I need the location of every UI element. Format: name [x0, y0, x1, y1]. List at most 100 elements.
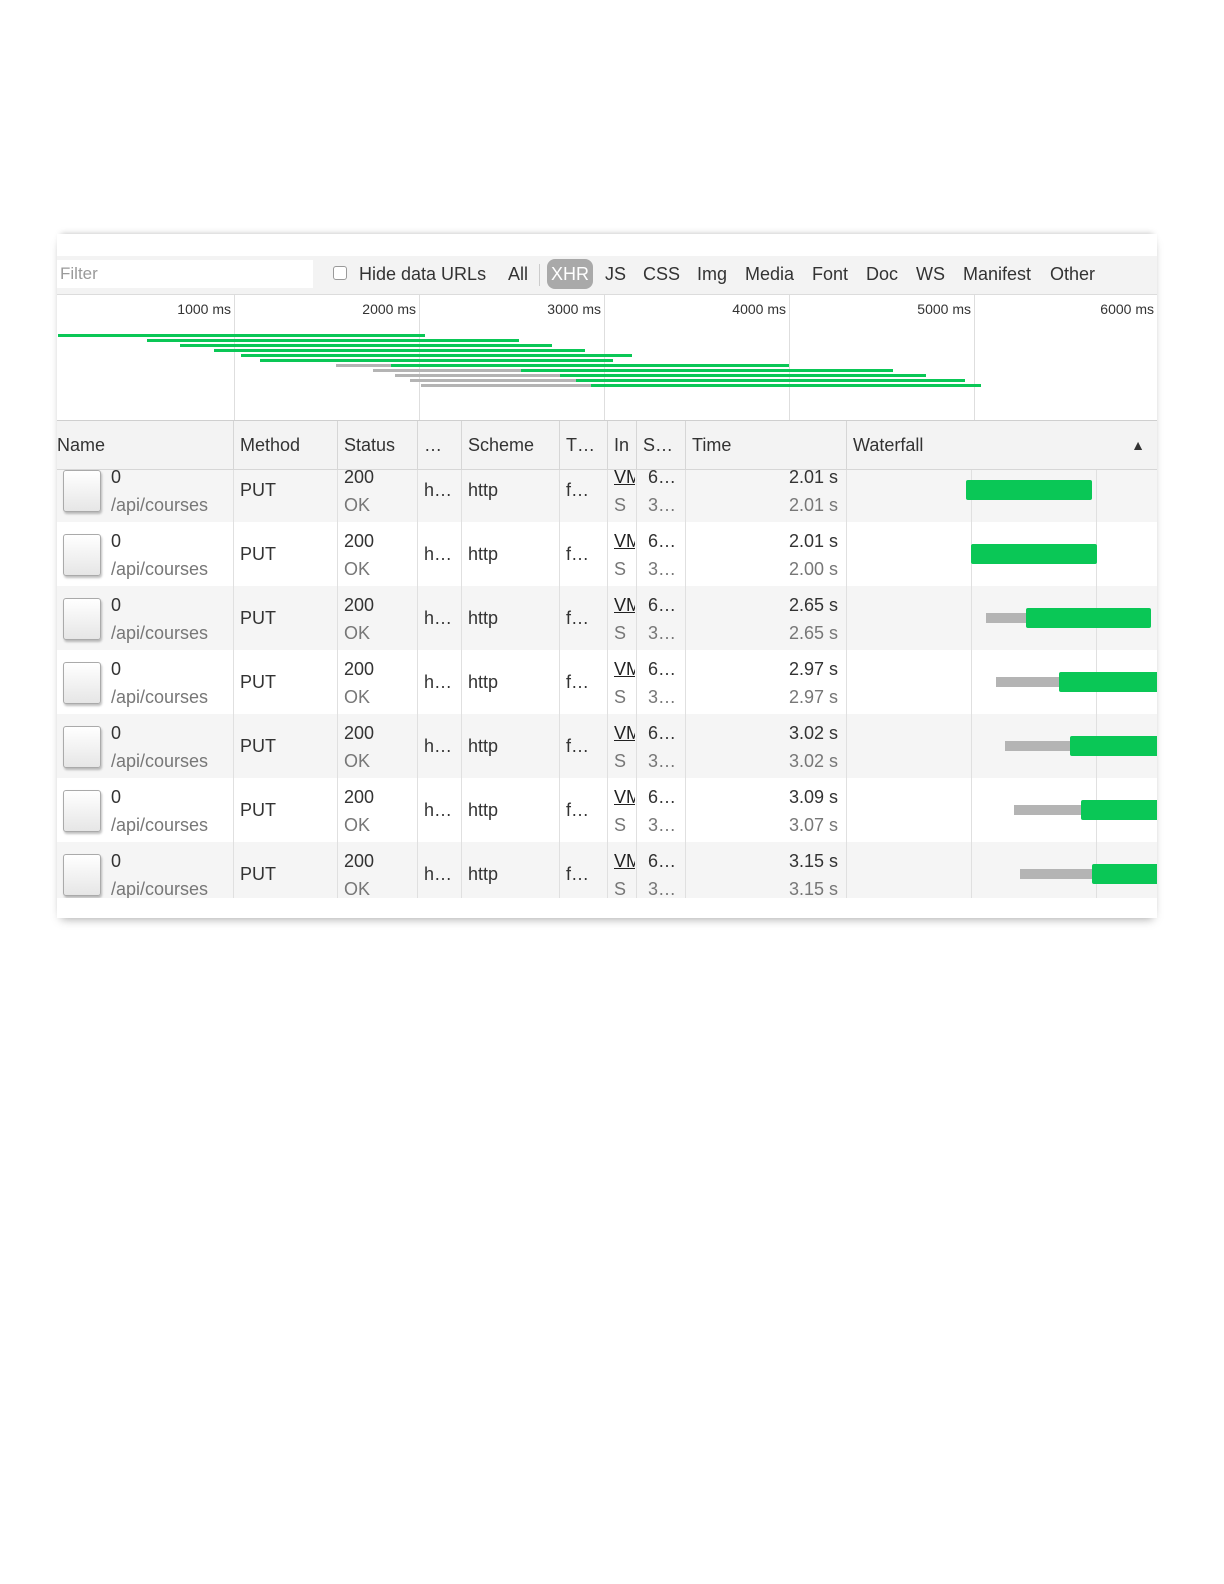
initiator-link[interactable]: VM [614, 595, 635, 616]
filter-xhr-button[interactable]: XHR [547, 259, 594, 289]
requests-table-body: 0/api/courses PUT 200 OK h… http f… VM S 6… 3… 2.01… [57, 470, 1157, 898]
column-header-waterfall[interactable]: Waterfall ▲ [846, 421, 1157, 469]
filter-other-button[interactable]: Other [1046, 259, 1099, 289]
initiator-sub: S [614, 495, 627, 515]
request-time: 3.09 s [788, 787, 838, 807]
waterfall-download-bar [1026, 608, 1151, 628]
request-name[interactable]: 0 [111, 723, 121, 744]
waterfall-waiting-bar [1019, 869, 1093, 879]
request-content-size: 3… [648, 687, 677, 707]
overview-wait-bar [420, 384, 592, 387]
request-latency: 3.15 s [788, 879, 838, 898]
timeline-overview[interactable]: 1000 ms 2000 ms 3000 ms 4000 ms 5000 ms … [57, 295, 1157, 421]
column-divider [685, 470, 686, 898]
column-header-initiator[interactable]: In [607, 421, 636, 469]
request-method: PUT [240, 480, 276, 500]
filter-all-button[interactable]: All [504, 259, 532, 289]
status-code: 200 [344, 851, 375, 871]
request-latency: 2.00 s [788, 559, 838, 579]
column-divider [559, 470, 560, 898]
request-path: /api/courses [111, 687, 209, 707]
request-name[interactable]: 0 [111, 531, 121, 552]
request-scheme: http [468, 864, 499, 884]
request-name[interactable]: 0 [111, 851, 121, 872]
request-name[interactable]: 0 [111, 470, 121, 488]
column-header-domain[interactable]: … [417, 421, 461, 469]
waterfall-waiting-bar [996, 677, 1059, 687]
column-header-time[interactable]: Time [685, 421, 846, 469]
column-header-type[interactable]: T… [559, 421, 607, 469]
file-icon [63, 790, 101, 832]
overview-request-bar [241, 354, 632, 357]
request-method: PUT [240, 800, 276, 820]
overview-request-bar [180, 344, 553, 347]
waterfall-download-bar [966, 480, 1093, 500]
initiator-link[interactable]: VM [614, 531, 635, 552]
file-icon [63, 534, 101, 576]
initiator-link[interactable]: VM [614, 659, 635, 680]
initiator-link[interactable]: VM [614, 470, 635, 488]
status-text: OK [344, 751, 371, 771]
request-size: 6… [648, 595, 677, 615]
request-type: f… [566, 544, 590, 564]
request-latency: 2.97 s [788, 687, 838, 707]
request-name[interactable]: 0 [111, 787, 121, 808]
request-content-size: 3… [648, 815, 677, 835]
filter-input[interactable] [57, 260, 313, 288]
initiator-link[interactable]: VM [614, 787, 635, 808]
request-latency: 3.02 s [788, 751, 838, 771]
waterfall-download-bar [1069, 736, 1157, 756]
column-divider [233, 470, 234, 898]
status-text: OK [344, 815, 371, 835]
file-icon [63, 726, 101, 768]
request-domain: h… [424, 800, 453, 820]
request-method: PUT [240, 736, 276, 756]
filter-media-button[interactable]: Media [741, 259, 798, 289]
request-scheme: http [468, 800, 499, 820]
requests-table-header: Name Method Status … Scheme T… In S… Tim… [57, 421, 1157, 470]
initiator-sub: S [614, 687, 627, 707]
column-header-scheme[interactable]: Scheme [461, 421, 559, 469]
request-size: 6… [648, 470, 677, 487]
request-scheme: http [468, 480, 499, 500]
waterfall-download-bar [1058, 672, 1157, 692]
initiator-link[interactable]: VM [614, 723, 635, 744]
filter-manifest-button[interactable]: Manifest [959, 259, 1035, 289]
filter-js-button[interactable]: JS [601, 259, 630, 289]
request-type: f… [566, 480, 590, 500]
column-header-name[interactable]: Name [57, 421, 233, 469]
request-time: 2.01 s [788, 470, 838, 487]
request-domain: h… [424, 544, 453, 564]
hide-data-urls-checkbox[interactable] [333, 266, 347, 280]
request-type: f… [566, 608, 590, 628]
request-content-size: 3… [648, 751, 677, 771]
waterfall-gridline [1096, 470, 1097, 522]
column-header-status[interactable]: Status [337, 421, 417, 469]
filter-doc-button[interactable]: Doc [862, 259, 902, 289]
status-text: OK [344, 495, 371, 515]
request-path: /api/courses [111, 879, 209, 898]
waterfall-download-bar [1081, 800, 1157, 820]
overview-wait-bar [394, 374, 560, 377]
request-name[interactable]: 0 [111, 659, 121, 680]
filter-font-button[interactable]: Font [808, 259, 852, 289]
request-domain: h… [424, 736, 453, 756]
request-name[interactable]: 0 [111, 595, 121, 616]
initiator-link[interactable]: VM [614, 851, 635, 872]
filter-css-button[interactable]: CSS [639, 259, 684, 289]
filter-img-button[interactable]: Img [693, 259, 731, 289]
request-size: 6… [648, 659, 677, 679]
waterfall-gridline [971, 586, 972, 650]
request-latency: 3.07 s [788, 815, 838, 835]
overview-request-bar [147, 339, 519, 342]
status-code: 200 [344, 659, 375, 679]
overview-tick-label: 6000 ms [1100, 301, 1154, 317]
file-icon [63, 662, 101, 704]
column-header-method[interactable]: Method [233, 421, 337, 469]
overview-gridline [974, 295, 975, 420]
filter-ws-button[interactable]: WS [912, 259, 949, 289]
request-type: f… [566, 736, 590, 756]
initiator-sub: S [614, 815, 627, 835]
column-header-size[interactable]: S… [636, 421, 685, 469]
overview-tick-label: 5000 ms [917, 301, 971, 317]
